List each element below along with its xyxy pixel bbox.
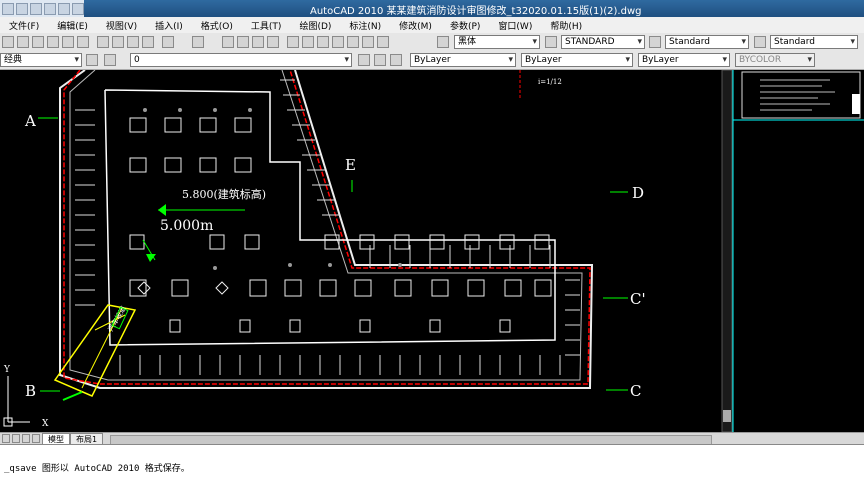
menu-item-5[interactable]: 工具(T) — [242, 19, 291, 32]
quickcalc-icon[interactable] — [362, 36, 374, 48]
first-tab-icon[interactable] — [2, 434, 10, 443]
linetype-select[interactable]: ByLayer — [521, 53, 633, 67]
menu-bar: 文件(F) 编辑(E) 视图(V) 插入(I) 格式(O) 工具(T) 绘图(D) 标注(N)… — [0, 17, 864, 34]
ucs-y-label: Y — [3, 365, 11, 375]
standard-toolbar: 黑体 STANDARD Standard Standard — [0, 33, 864, 52]
zoom-realtime-icon[interactable] — [237, 36, 249, 48]
layers-properties-toolbar: 经典 0 ByLayer ByLayer ByLayer BYCOLOR — [0, 51, 864, 70]
menu-item-7[interactable]: 标注(N) — [340, 19, 390, 32]
undo-icon[interactable] — [44, 2, 56, 15]
properties-icon[interactable] — [287, 36, 299, 48]
menu-item-8[interactable]: 修改(M) — [390, 19, 441, 32]
app-menu-icon[interactable] — [2, 2, 14, 15]
menu-item-10[interactable]: 窗口(W) — [489, 19, 541, 32]
menu-item-3[interactable]: 插入(I) — [146, 19, 192, 32]
menu-item-2[interactable]: 视图(V) — [97, 19, 146, 32]
slope-label: 5.000m — [160, 218, 213, 234]
sheet-set-icon[interactable] — [332, 36, 344, 48]
dim-style-select[interactable]: STANDARD — [561, 35, 645, 49]
slope-note: i=1/12 — [538, 78, 562, 86]
last-tab-icon[interactable] — [32, 434, 40, 443]
cad-drawing[interactable]: i=1/12 5.800(建筑标高) 5.000m 汽车坡道 A B D C' … — [0, 69, 864, 433]
prev-tab-icon[interactable] — [12, 434, 20, 443]
cut-icon[interactable] — [97, 36, 109, 48]
text-style-icon[interactable] — [437, 36, 449, 48]
zoom-window-icon[interactable] — [252, 36, 264, 48]
grid-label-e: E — [345, 156, 356, 174]
color-select[interactable]: ByLayer — [410, 53, 516, 67]
preview-icon[interactable] — [62, 36, 74, 48]
design-center-icon[interactable] — [302, 36, 314, 48]
menu-item-9[interactable]: 参数(P) — [441, 19, 489, 32]
redo-icon[interactable] — [192, 36, 204, 48]
publish-icon[interactable] — [77, 36, 89, 48]
copy-icon[interactable] — [112, 36, 124, 48]
qnew-icon[interactable] — [2, 36, 14, 48]
make-current-layer-icon[interactable] — [358, 54, 370, 66]
new-icon[interactable] — [16, 2, 28, 15]
grid-label-c-prime: C' — [630, 290, 646, 308]
table-style-icon[interactable] — [649, 36, 661, 48]
match-properties-icon[interactable] — [142, 36, 154, 48]
zoom-previous-icon[interactable] — [267, 36, 279, 48]
elevation-label: 5.800(建筑标高) — [182, 187, 266, 201]
menu-item-4[interactable]: 格式(O) — [192, 19, 242, 32]
table-style-select[interactable]: Standard — [665, 35, 749, 49]
ucs-x-label: X — [42, 419, 49, 429]
grid-label-d: D — [632, 184, 644, 202]
save-icon[interactable] — [30, 2, 42, 15]
grid-label-c: C — [630, 382, 641, 400]
lineweight-select[interactable]: ByLayer — [638, 53, 730, 67]
multileader-style-icon[interactable] — [754, 36, 766, 48]
multileader-style-select[interactable]: Standard — [770, 35, 858, 49]
command-line[interactable]: _qsave 图形以 AutoCAD 2010 格式保存。 — [0, 444, 864, 487]
save-icon[interactable] — [32, 36, 44, 48]
open-icon[interactable] — [17, 36, 29, 48]
plot-icon[interactable] — [72, 2, 84, 15]
grid-label-b: B — [25, 382, 36, 400]
tool-palettes-icon[interactable] — [317, 36, 329, 48]
help-icon[interactable] — [377, 36, 389, 48]
command-history-text: _qsave 图形以 AutoCAD 2010 格式保存。 — [4, 464, 190, 474]
text-style-select[interactable]: 黑体 — [454, 35, 540, 49]
plot-icon[interactable] — [47, 36, 59, 48]
window-title: AutoCAD 2010 某某建筑消防设计审图修改_t32020.01.15版(… — [310, 6, 642, 17]
layer-manager-icon[interactable] — [104, 54, 116, 66]
workspace-select[interactable]: 经典 — [0, 53, 82, 67]
drawing-area[interactable]: i=1/12 5.800(建筑标高) 5.000m 汽车坡道 A B D C' … — [0, 69, 864, 433]
paste-icon[interactable] — [127, 36, 139, 48]
menu-item-0[interactable]: 文件(F) — [0, 19, 48, 32]
layer-previous-icon[interactable] — [374, 54, 386, 66]
layer-select[interactable]: 0 — [130, 53, 352, 67]
title-bar: AutoCAD 2010 某某建筑消防设计审图修改_t32020.01.15版(… — [0, 0, 864, 17]
menu-item-11[interactable]: 帮助(H) — [541, 19, 591, 32]
quick-access-toolbar — [0, 0, 84, 17]
dim-style-icon[interactable] — [545, 36, 557, 48]
workspace-settings-icon[interactable] — [86, 54, 98, 66]
undo-icon[interactable] — [162, 36, 174, 48]
plotstyle-select: BYCOLOR — [735, 53, 815, 67]
layer-states-icon[interactable] — [390, 54, 402, 66]
markup-icon[interactable] — [347, 36, 359, 48]
menu-item-6[interactable]: 绘图(D) — [290, 19, 340, 32]
pan-icon[interactable] — [222, 36, 234, 48]
next-tab-icon[interactable] — [22, 434, 30, 443]
grid-label-a: A — [24, 112, 36, 130]
menu-item-1[interactable]: 编辑(E) — [48, 19, 97, 32]
redo-icon[interactable] — [58, 2, 70, 15]
